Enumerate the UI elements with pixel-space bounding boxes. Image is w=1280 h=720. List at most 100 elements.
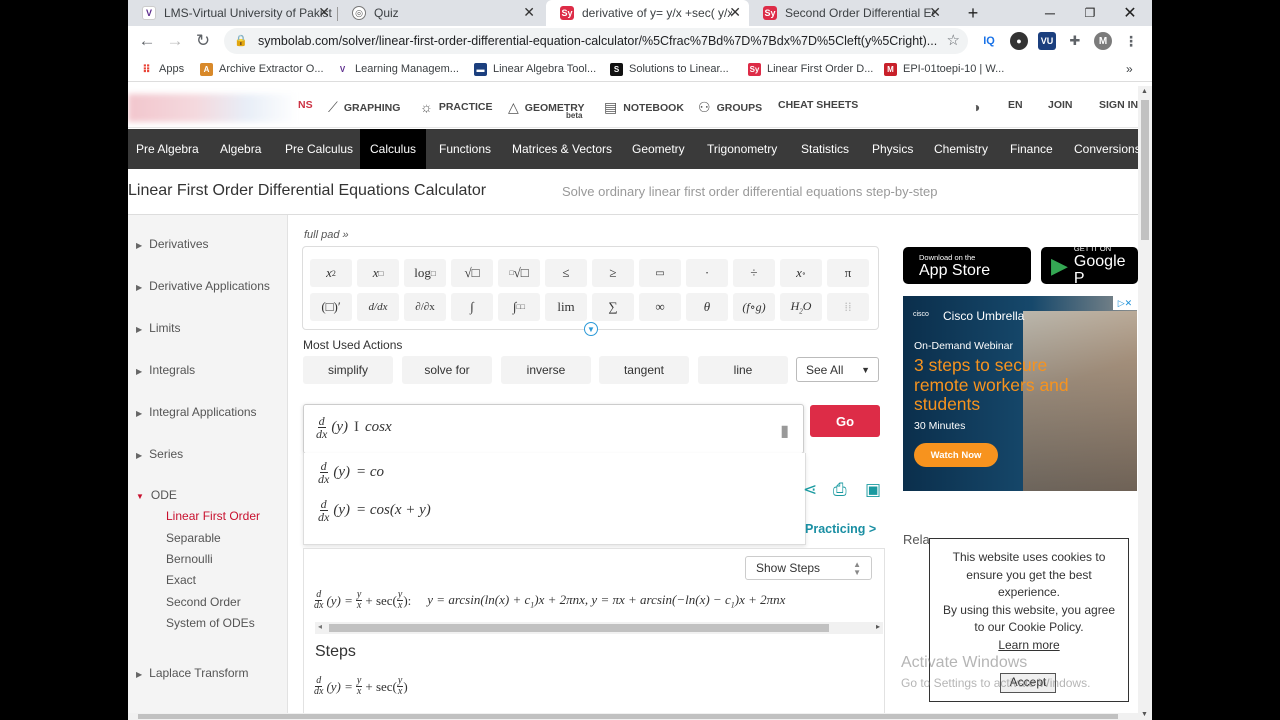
cat-conversions[interactable]: Conversions bbox=[1066, 129, 1149, 169]
sidebar-sub-linear-first-order[interactable]: Linear First Order bbox=[166, 509, 260, 523]
sidebar-item-derivative-applications[interactable]: ▶ Derivative Applications bbox=[136, 279, 270, 293]
sidebar-item-limits[interactable]: ▶ Limits bbox=[136, 321, 181, 335]
vertical-scrollbar[interactable]: ▲ ▼ bbox=[1138, 86, 1152, 720]
close-tab-icon[interactable]: ✕ bbox=[523, 4, 535, 21]
sidebar-sub-system-of-odes[interactable]: System of ODEs bbox=[166, 616, 255, 630]
iq-extension-icon[interactable]: IQ bbox=[980, 32, 998, 50]
suggestion-item[interactable]: d dx (y) = cos(x + y) bbox=[318, 498, 431, 523]
action-inverse[interactable]: inverse bbox=[501, 356, 591, 384]
key-sum[interactable]: ∑ bbox=[592, 293, 634, 321]
key-partial[interactable]: ∂/∂x bbox=[404, 293, 446, 321]
nav-graphing[interactable]: ⟋ GRAPHING bbox=[328, 99, 400, 116]
sidebar-sub-separable[interactable]: Separable bbox=[166, 531, 221, 545]
sidebar-item-series[interactable]: ▶ Series bbox=[136, 447, 183, 461]
key-theta[interactable]: θ bbox=[686, 293, 728, 321]
reload-icon[interactable]: ↻ bbox=[192, 30, 214, 52]
key-compose[interactable]: (f∘g) bbox=[733, 293, 775, 321]
sign-in-button[interactable]: SIGN IN bbox=[1099, 99, 1138, 111]
save-icon[interactable]: ▣ bbox=[865, 480, 881, 500]
key-log[interactable]: log □ bbox=[404, 259, 446, 287]
menu-dots-icon[interactable]: ⋮ bbox=[1122, 32, 1140, 50]
nav-geometry[interactable]: △ GEOMETRY beta bbox=[508, 99, 584, 120]
cat-pre-calculus[interactable]: Pre Calculus bbox=[277, 129, 361, 169]
key-matrix[interactable]: ⁞⁞ bbox=[827, 293, 869, 321]
tab-derivative-active[interactable]: Sy derivative of y= y/x +sec( y/x ) ✕ bbox=[546, 0, 749, 26]
bookmark-lms[interactable]: V Learning Managem... bbox=[336, 61, 459, 77]
show-steps-dropdown[interactable]: Show Steps ▲ ▼ bbox=[745, 556, 872, 580]
practicing-link[interactable]: Practicing > bbox=[805, 522, 876, 536]
key-degree[interactable]: x ∘ bbox=[780, 259, 822, 287]
scroll-up-icon[interactable]: ▲ bbox=[1141, 88, 1148, 95]
extension-icon[interactable]: ● bbox=[1010, 32, 1028, 50]
see-all-dropdown[interactable]: See All ▼ bbox=[796, 357, 879, 382]
tab-lms[interactable]: V LMS-Virtual University of Pakist ✕ bbox=[128, 0, 338, 26]
key-dot[interactable]: · bbox=[686, 259, 728, 287]
app-store-badge[interactable]: Download on the App Store bbox=[903, 247, 1031, 284]
math-input[interactable]: d dx (y) Ι cosx ▮ bbox=[303, 404, 804, 454]
action-line[interactable]: line bbox=[698, 356, 788, 384]
cat-matrices[interactable]: Matrices & Vectors bbox=[504, 129, 620, 169]
full-pad-link[interactable]: full pad » bbox=[304, 229, 349, 241]
google-play-badge[interactable]: ▶ GET IT ON Google P bbox=[1041, 244, 1138, 287]
sidebar-item-integral-applications[interactable]: ▶ Integral Applications bbox=[136, 405, 257, 419]
nav-cheat-sheets[interactable]: CHEAT SHEETS bbox=[778, 99, 858, 111]
forward-icon[interactable]: → bbox=[164, 30, 186, 52]
restore-icon[interactable]: ❐ bbox=[1072, 0, 1108, 26]
scroll-left-icon[interactable]: ◂ bbox=[318, 622, 322, 631]
page-horizontal-scrollbar[interactable] bbox=[128, 713, 1138, 720]
bookmark-icon[interactable]: ▮ bbox=[780, 421, 789, 441]
key-divide[interactable]: ÷ bbox=[733, 259, 775, 287]
nav-practice[interactable]: ☼ PRACTICE bbox=[420, 99, 493, 115]
sidebar-sub-exact[interactable]: Exact bbox=[166, 573, 196, 587]
sidebar-item-ode[interactable]: ▼ ODE bbox=[136, 488, 177, 502]
close-tab-icon[interactable]: ✕ bbox=[318, 4, 330, 21]
bookmark-linear-algebra[interactable]: ▬ Linear Algebra Tool... bbox=[474, 61, 596, 77]
sidebar-item-derivatives[interactable]: ▶ Derivatives bbox=[136, 237, 209, 251]
symbolab-logo[interactable] bbox=[128, 94, 298, 122]
cat-chemistry[interactable]: Chemistry bbox=[926, 129, 996, 169]
advertisement[interactable]: cisco Cisco Umbrella On-Demand Webinar 3… bbox=[903, 296, 1137, 491]
key-square[interactable]: x2 bbox=[310, 259, 352, 287]
key-prime[interactable]: (□)′ bbox=[310, 293, 352, 321]
cat-functions[interactable]: Functions bbox=[431, 129, 499, 169]
key-power[interactable]: x □ bbox=[357, 259, 399, 287]
sidebar-sub-second-order[interactable]: Second Order bbox=[166, 595, 241, 609]
nav-solutions[interactable]: NS bbox=[298, 99, 313, 111]
join-button[interactable]: JOIN bbox=[1048, 99, 1073, 111]
scroll-down-icon[interactable]: ▼ bbox=[1141, 711, 1148, 718]
share-icon[interactable]: ⋖ bbox=[803, 480, 817, 500]
puzzle-icon[interactable]: ✚ bbox=[1066, 32, 1084, 50]
dark-mode-toggle[interactable]: ◑ bbox=[972, 99, 980, 115]
tab-quiz[interactable]: ◎ Quiz ✕ bbox=[338, 0, 543, 26]
key-definite-integral[interactable]: ∫ □ □ bbox=[498, 293, 540, 321]
go-button[interactable]: Go bbox=[810, 405, 880, 437]
key-chemistry[interactable]: H2O bbox=[780, 293, 822, 321]
cat-pre-algebra[interactable]: Pre Algebra bbox=[128, 129, 207, 169]
action-tangent[interactable]: tangent bbox=[599, 356, 689, 384]
close-window-icon[interactable]: ✕ bbox=[1112, 0, 1148, 26]
cat-calculus[interactable]: Calculus bbox=[360, 129, 426, 169]
key-leq[interactable]: ≤ bbox=[545, 259, 587, 287]
key-pi[interactable]: π bbox=[827, 259, 869, 287]
bookmark-archive[interactable]: A Archive Extractor O... bbox=[200, 61, 324, 77]
key-nthroot[interactable]: □ √□ bbox=[498, 259, 540, 287]
bookmarks-overflow-icon[interactable]: » bbox=[1126, 61, 1133, 77]
key-fraction[interactable]: ▭ bbox=[639, 259, 681, 287]
minimize-icon[interactable]: ─ bbox=[1032, 0, 1068, 26]
new-tab-icon[interactable]: + bbox=[955, 0, 991, 26]
bookmark-star-icon[interactable]: ☆ bbox=[947, 31, 960, 49]
address-bar[interactable]: 🔒 symbolab.com/solver/linear-first-order… bbox=[224, 28, 968, 54]
key-limit[interactable]: lim bbox=[545, 293, 587, 321]
chevron-down-icon[interactable]: ▼ bbox=[584, 322, 598, 336]
key-sqrt[interactable]: √□ bbox=[451, 259, 493, 287]
horizontal-scrollbar[interactable]: ◂ ▸ bbox=[315, 622, 883, 634]
bookmark-solutions[interactable]: S Solutions to Linear... bbox=[610, 61, 729, 77]
cat-trigonometry[interactable]: Trigonometry bbox=[699, 129, 785, 169]
cat-geometry[interactable]: Geometry bbox=[624, 129, 693, 169]
vu-extension-icon[interactable]: VU bbox=[1038, 32, 1056, 50]
action-simplify[interactable]: simplify bbox=[303, 356, 393, 384]
bookmark-apps[interactable]: ⠿ Apps bbox=[140, 61, 184, 77]
suggestion-item[interactable]: d dx (y) = co bbox=[318, 460, 384, 485]
close-tab-icon[interactable]: ✕ bbox=[729, 4, 741, 21]
tab-second-order[interactable]: Sy Second Order Differential Equa ✕ bbox=[749, 0, 949, 26]
